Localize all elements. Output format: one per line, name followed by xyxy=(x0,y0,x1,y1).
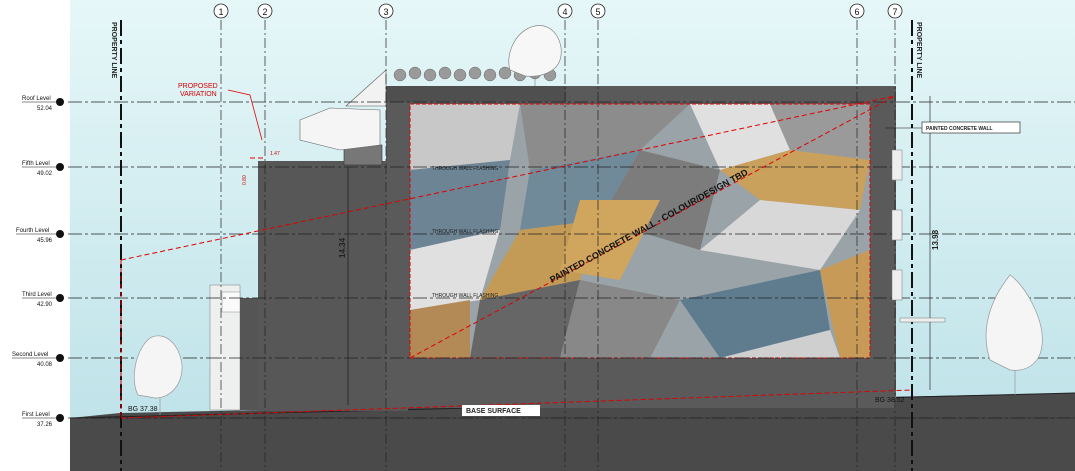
level-value-third: 42.90 xyxy=(37,302,53,308)
level-name-fourth: Fourth Level xyxy=(16,228,49,234)
level-value-first: 37.26 xyxy=(37,422,53,428)
grid-label-1: 1 xyxy=(218,7,223,17)
proposed-variation-line1: PROPOSED xyxy=(178,83,218,90)
level-name-fifth: Fifth Level xyxy=(22,161,50,167)
level-value-fifth: 49.02 xyxy=(37,171,53,177)
grid-label-5: 5 xyxy=(595,7,600,17)
level-name-first: First Level xyxy=(22,412,50,418)
level-name-second: Second Level xyxy=(12,352,48,358)
grid-label-7: 7 xyxy=(892,7,897,17)
dim-right-height: 13.98 xyxy=(931,229,940,250)
grid-label-6: 6 xyxy=(854,7,859,17)
grid-label-2: 2 xyxy=(262,7,267,17)
level-value-second: 40.08 xyxy=(37,362,53,368)
bg-right: BG 38.52 xyxy=(875,397,905,404)
grid-label-4: 4 xyxy=(562,7,567,17)
level-value-fourth: 45.96 xyxy=(37,238,53,244)
property-line-right-label: PROPERTY LINE xyxy=(915,22,922,79)
level-name-roof: Roof Level xyxy=(22,96,51,102)
grid-label-3: 3 xyxy=(383,7,388,17)
flashing-label-fourth: THROUGH WALL FLASHING xyxy=(432,229,498,235)
wall-callout: PAINTED CONCRETE WALL xyxy=(926,126,993,132)
building-mid-block xyxy=(258,161,408,411)
dim-vertical-small: 0.80 xyxy=(242,175,248,185)
level-value-roof: 52.04 xyxy=(37,106,53,112)
base-surface-label: BASE SURFACE xyxy=(466,408,521,415)
dim-left-height: 14.34 xyxy=(338,237,347,258)
elevation-drawing: 1 2 3 4 5 6 7 PROPERTY LINE PROPERTY LIN… xyxy=(12,0,1075,471)
flashing-label-third: THROUGH WALL FLASHING xyxy=(432,293,498,299)
rooftop-parapet xyxy=(386,86,566,102)
level-markers xyxy=(56,98,64,422)
property-line-left-label: PROPERTY LINE xyxy=(110,22,117,79)
level-name-third: Third Level xyxy=(22,292,52,298)
proposed-variation-line2: VARIATION xyxy=(180,91,217,98)
dim-horizontal: 1.47 xyxy=(270,151,280,157)
flashing-label-fifth: THROUGH WALL FLASHING xyxy=(432,166,498,172)
bg-left: BG 37.38 xyxy=(128,406,158,413)
